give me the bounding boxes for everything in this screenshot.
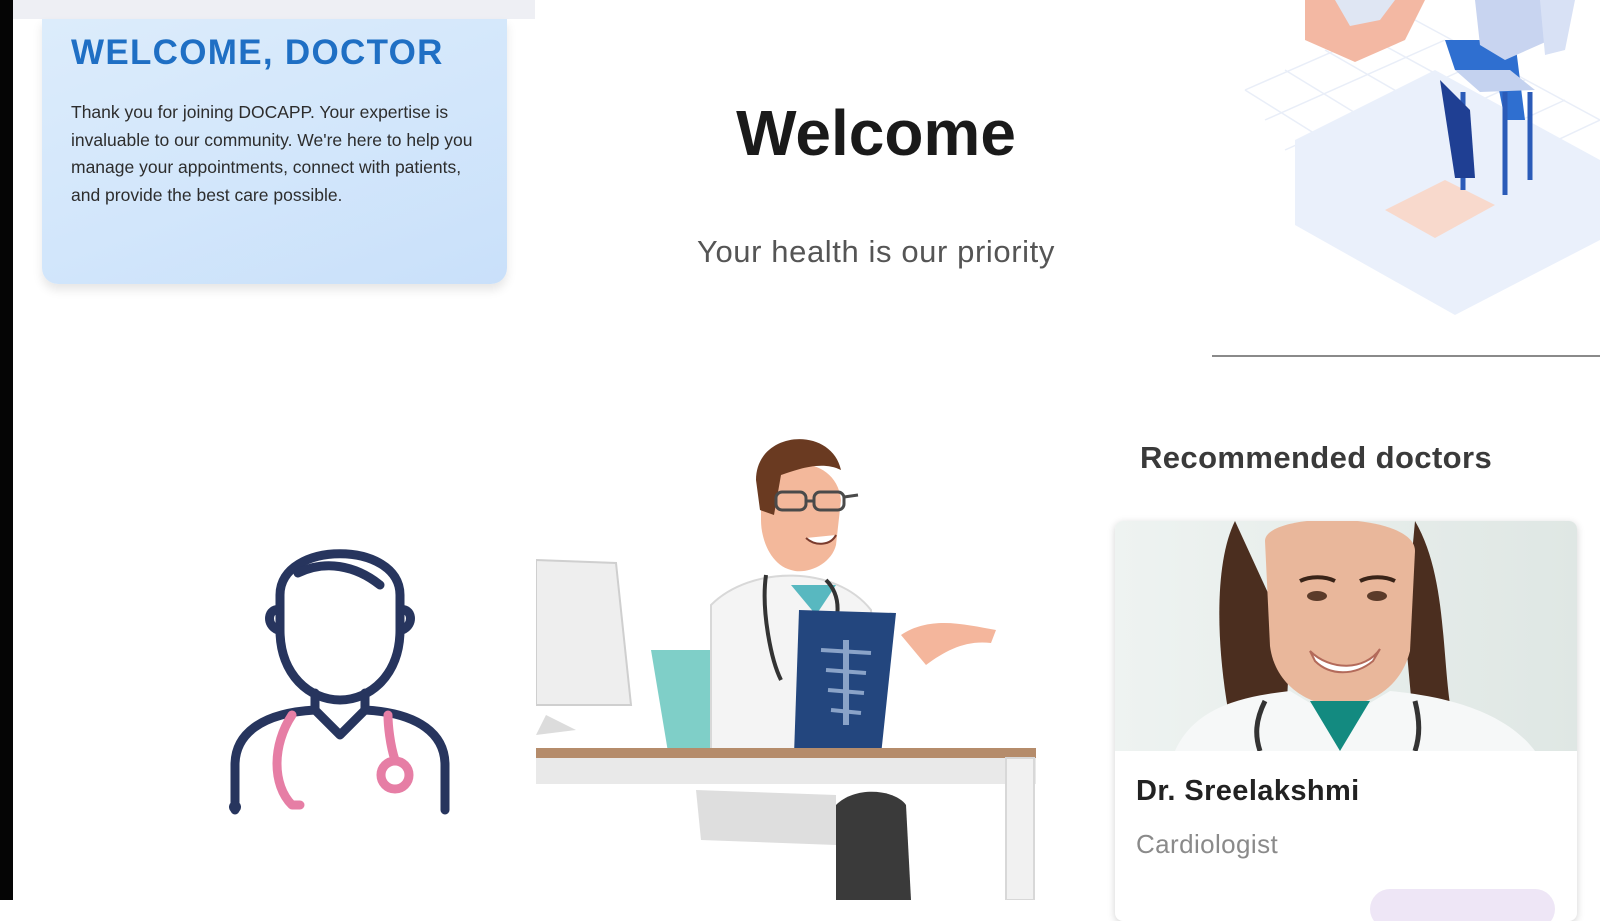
doctor-desk-illustration bbox=[536, 439, 1036, 900]
welcome-message: Thank you for joining DOCAPP. Your exper… bbox=[71, 102, 473, 205]
top-strip bbox=[13, 0, 535, 19]
hero-title: Welcome bbox=[736, 97, 1016, 169]
doctor-card[interactable]: Dr. Sreelakshmi Cardiologist bbox=[1115, 521, 1577, 921]
recommended-doctors-title: Recommended doctors bbox=[1140, 440, 1493, 475]
doctor-card-action-button[interactable] bbox=[1370, 889, 1555, 921]
isometric-clinic-illustration bbox=[1244, 0, 1600, 315]
welcome-card: WELCOME, DOCTOR Thank you for joining DO… bbox=[42, 19, 507, 284]
doctor-photo bbox=[1115, 521, 1577, 751]
section-divider bbox=[1212, 355, 1600, 357]
doctor-outline-icon bbox=[229, 549, 450, 815]
hero-subtitle: Your health is our priority bbox=[697, 234, 1055, 269]
doctor-specialty: Cardiologist bbox=[1136, 829, 1279, 859]
doctor-name: Dr. Sreelakshmi bbox=[1136, 775, 1360, 807]
welcome-heading: WELCOME, DOCTOR bbox=[71, 33, 444, 72]
window-edge bbox=[0, 0, 13, 900]
